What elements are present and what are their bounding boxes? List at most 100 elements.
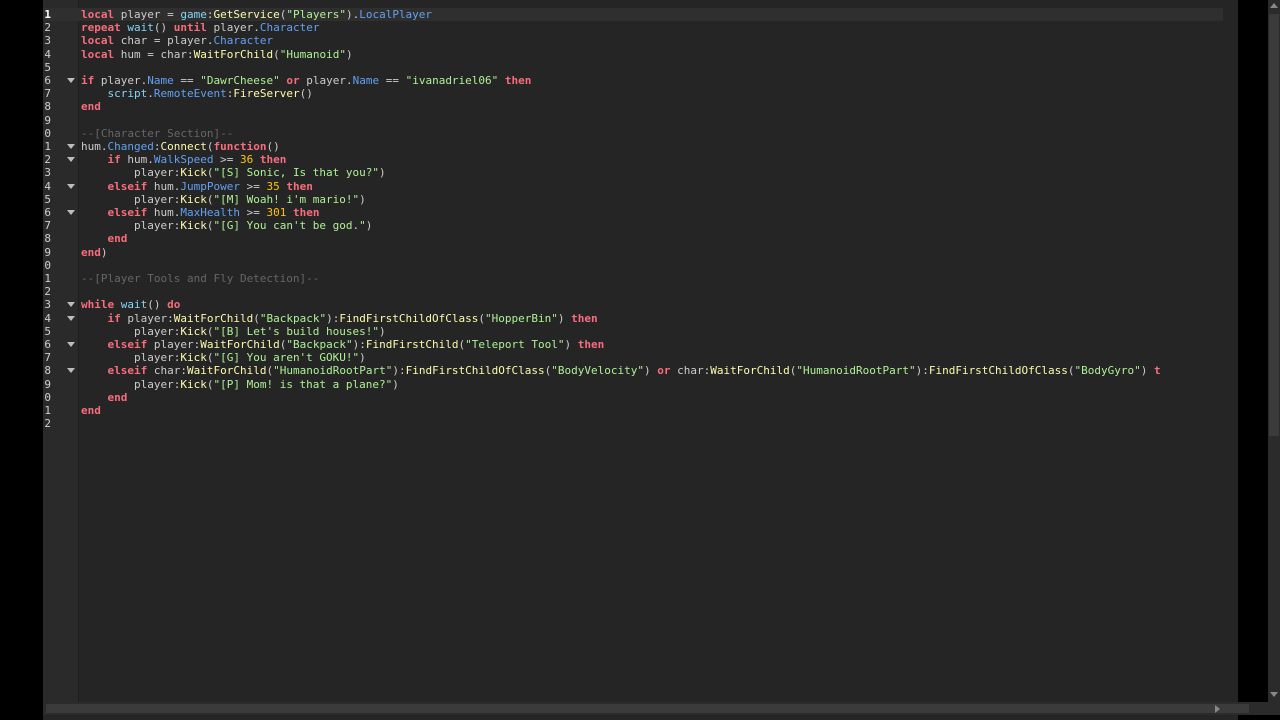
code-token: ) <box>392 377 399 391</box>
code-token: GetService <box>213 8 280 21</box>
code-line[interactable]: 2 repeat wait() until player.Character <box>43 21 1223 34</box>
code-token: ( <box>253 311 260 325</box>
code-line[interactable]: 4 local hum = char:WaitForChild("Humanoid… <box>43 48 1223 61</box>
script-editor[interactable]: 1 local player = game:GetService("Players… <box>43 0 1280 720</box>
line-number: 8 <box>44 364 51 378</box>
fold-arrow-icon[interactable] <box>67 144 75 149</box>
horizontal-scrollbar[interactable] <box>43 702 1280 715</box>
code-text: end <box>81 232 128 245</box>
code-token: >= <box>213 153 240 167</box>
code-text: player:Kick("[P] Mom! is that a plane?") <box>81 378 399 391</box>
scroll-down-arrow-icon[interactable] <box>1270 692 1278 697</box>
fold-arrow-icon[interactable] <box>67 368 75 374</box>
code-text: if hum.WalkSpeed >= 36 then <box>81 153 287 167</box>
code-text: --[Player Tools and Fly Detection]-- <box>81 272 319 285</box>
code-token: "Humanoid" <box>279 47 346 61</box>
line-number: 4 <box>44 179 51 193</box>
fold-arrow-icon[interactable] <box>67 315 75 321</box>
code-line[interactable]: 1 end <box>43 404 1223 417</box>
fold-arrow-icon[interactable] <box>67 342 75 347</box>
code-token: if <box>81 74 95 87</box>
code-line[interactable]: 3 local char = player.Character <box>43 34 1223 47</box>
line-number: 0 <box>44 390 51 404</box>
code-token: or <box>657 364 671 378</box>
code-line[interactable]: 1 hum.Changed:Connect(function() <box>43 140 1223 153</box>
fold-arrow-icon[interactable] <box>67 302 75 308</box>
code-line[interactable]: 2 <box>43 285 1223 298</box>
line-number: 7 <box>44 351 51 365</box>
code-line[interactable]: 9 <box>43 114 1223 127</box>
code-text: elseif player:WaitForChild("Backpack"):F… <box>81 338 605 351</box>
code-token: player: <box>81 351 181 365</box>
code-line[interactable]: 8 end <box>43 100 1223 113</box>
code-line[interactable]: 4 if player:WaitForChild("Backpack"):Fin… <box>43 312 1223 325</box>
code-line[interactable]: 5 player:Kick("[B] Let's build houses!") <box>43 325 1223 338</box>
code-line[interactable]: 3 player:Kick("[S] Sonic, Is that you?") <box>43 166 1223 179</box>
code-token: 35 <box>266 179 280 193</box>
code-line[interactable]: 0 --[Character Section]-- <box>43 127 1223 140</box>
code-line[interactable]: 2 <box>43 417 1223 430</box>
code-line[interactable]: 9 end) <box>43 246 1223 259</box>
code-line[interactable]: 1 --[Player Tools and Fly Detection]-- <box>43 272 1223 285</box>
fold-arrow-icon[interactable] <box>67 78 75 83</box>
scroll-up-arrow-icon[interactable] <box>1270 3 1278 8</box>
code-token: then <box>571 311 598 325</box>
code-line[interactable]: 3 while wait() do <box>43 298 1223 311</box>
code-token: ) <box>379 324 386 338</box>
code-line[interactable]: 7 player:Kick("[G] You aren't GOKU!") <box>43 351 1223 364</box>
code-text: script.RemoteEvent:FireServer() <box>81 87 313 100</box>
code-token: hum. <box>120 153 154 167</box>
vertical-scroll-thumb[interactable] <box>1269 14 1279 436</box>
code-token: "BodyGyro" <box>1074 364 1141 378</box>
code-line[interactable]: 8 end <box>43 232 1223 245</box>
code-token: then <box>577 338 605 351</box>
line-number: 4 <box>44 47 51 61</box>
code-line[interactable]: 7 player:Kick("[G] You can't be god.") <box>43 219 1223 232</box>
line-number: 1 <box>44 404 51 417</box>
code-text: player:Kick("[B] Let's build houses!") <box>81 325 386 338</box>
line-number: 9 <box>44 377 51 391</box>
code-line[interactable]: 6 elseif player:WaitForChild("Backpack")… <box>43 338 1223 351</box>
code-line[interactable]: 2 if hum.WalkSpeed >= 36 then <box>43 153 1223 166</box>
fold-arrow-icon[interactable] <box>67 210 75 215</box>
line-number: 1 <box>44 140 51 153</box>
code-token: FindFirstChildOfClass <box>405 364 545 378</box>
code-line[interactable]: 0 <box>43 259 1223 272</box>
code-line[interactable]: 9 player:Kick("[P] Mom! is that a plane?… <box>43 378 1223 391</box>
code-line[interactable]: 5 <box>43 61 1223 74</box>
fold-arrow-icon[interactable] <box>67 157 75 163</box>
line-number: 2 <box>44 285 51 299</box>
code-token: "Teleport Tool" <box>465 338 565 351</box>
code-token: Kick <box>180 219 207 233</box>
scroll-right-arrow-icon[interactable] <box>1215 705 1220 713</box>
code-line[interactable]: 5 player:Kick("[M] Woah! i'm mario!") <box>43 193 1223 206</box>
line-number: 3 <box>44 298 51 312</box>
code-token: ( <box>1067 364 1075 378</box>
horizontal-scroll-thumb[interactable] <box>46 704 1249 713</box>
code-token: Character <box>213 34 274 48</box>
code-line[interactable]: 1 local player = game:GetService("Players… <box>43 8 1223 21</box>
fold-arrow-icon[interactable] <box>67 183 75 189</box>
code-token: Connect <box>160 140 207 153</box>
code-token: do <box>167 298 181 312</box>
code-token: "Backpack" <box>286 338 353 351</box>
code-token: ): <box>352 338 366 351</box>
code-line[interactable]: 0 end <box>43 391 1223 404</box>
code-token: FireServer <box>233 87 300 101</box>
code-text: local hum = char:WaitForChild("Humanoid"… <box>81 48 353 61</box>
code-line[interactable]: 6 if player.Name == "DawrCheese" or playe… <box>43 74 1223 87</box>
code-token: then <box>292 206 320 219</box>
code-line[interactable]: 6 elseif hum.MaxHealth >= 301 then <box>43 206 1223 219</box>
code-token: hum. <box>81 140 108 153</box>
line-number: 0 <box>44 258 51 272</box>
code-token: FindFirstChild <box>365 338 459 351</box>
code-line[interactable]: 4 elseif hum.JumpPower >= 35 then <box>43 180 1223 193</box>
code-line[interactable]: 8 elseif char:WaitForChild("HumanoidRoot… <box>43 364 1223 377</box>
code-text: repeat wait() until player.Character <box>81 21 319 34</box>
code-token: wait <box>120 298 148 312</box>
vertical-scrollbar[interactable] <box>1268 0 1280 702</box>
code-line[interactable]: 7 script.RemoteEvent:FireServer() <box>43 87 1223 100</box>
